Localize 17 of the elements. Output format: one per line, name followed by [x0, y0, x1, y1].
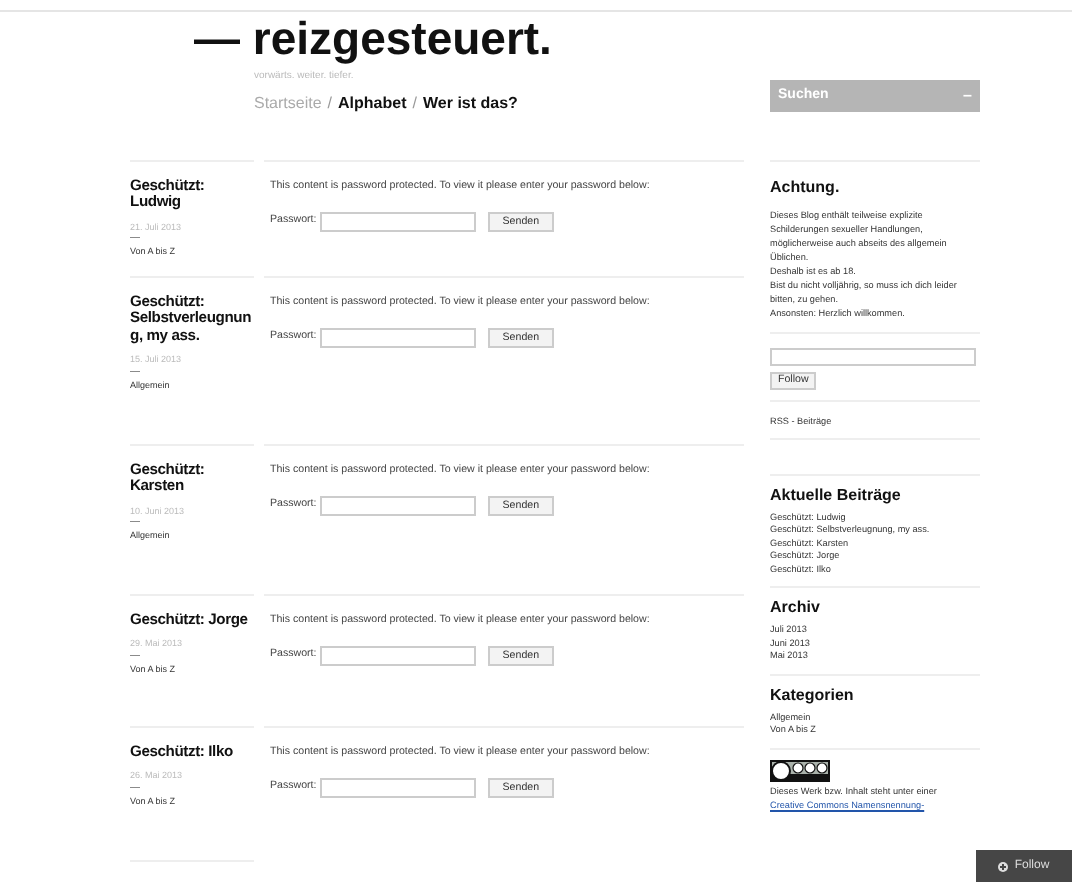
password-field[interactable]: [320, 212, 477, 233]
password-field[interactable]: [320, 778, 477, 799]
site-title[interactable]: — reizgesteuert.: [194, 12, 552, 64]
nav-separator: /: [412, 91, 417, 115]
password-field[interactable]: [320, 328, 477, 349]
widget-title: Aktuelle Beiträge: [770, 485, 901, 505]
nav-link[interactable]: Wer ist das?: [423, 91, 518, 115]
nav-separator: /: [327, 91, 333, 115]
license-badge-icon[interactable]: [770, 759, 830, 781]
email-field[interactable]: [770, 347, 976, 365]
widget-title: Archiv: [770, 598, 820, 618]
password-field[interactable]: [320, 646, 477, 667]
plus-circle-icon: [998, 861, 1009, 871]
nav-link[interactable]: Alphabet: [338, 91, 407, 115]
widget-title: Kategorien: [770, 685, 854, 705]
widget-title: Achtung.: [770, 177, 840, 197]
password-field[interactable]: [320, 496, 477, 517]
